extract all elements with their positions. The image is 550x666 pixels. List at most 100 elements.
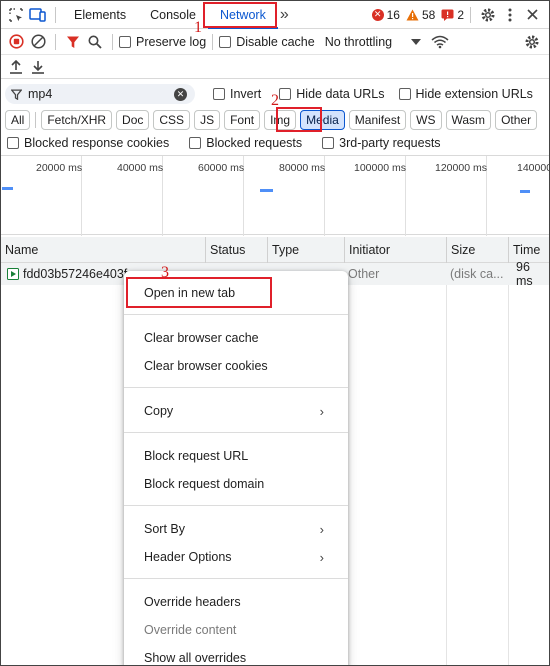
divider	[212, 33, 214, 50]
more-tabs-icon[interactable]: »	[280, 6, 289, 24]
issues-icon	[441, 9, 454, 21]
type-filter-ws[interactable]: WS	[410, 110, 442, 130]
timeline-request-bar	[2, 187, 13, 190]
timeline-tick-label: 80000 ms	[279, 162, 326, 174]
hide-data-urls-checkbox[interactable]: Hide data URLs	[279, 87, 385, 101]
divider	[35, 112, 37, 128]
clear-filter-icon[interactable]: ✕	[174, 87, 187, 101]
timeline-tick-label: 100000 ms	[354, 162, 406, 174]
divider	[55, 33, 56, 50]
type-filter-manifest[interactable]: Manifest	[348, 110, 407, 130]
blocked-filters-row: Blocked response cookies Blocked request…	[1, 133, 549, 153]
error-count: 16	[386, 7, 400, 22]
timeline-request-bar	[260, 189, 273, 192]
chevron-right-icon: ›	[319, 521, 324, 537]
export-har-icon[interactable]	[27, 56, 49, 78]
type-filter-fetch-xhr[interactable]: Fetch/XHR	[41, 110, 113, 130]
menu-separator	[124, 432, 348, 433]
menu-item-label: Copy	[144, 404, 174, 418]
menu-item-sort-by[interactable]: Sort By ›	[124, 515, 348, 543]
close-icon[interactable]	[521, 4, 543, 26]
type-filter-font[interactable]: Font	[224, 110, 261, 130]
column-header-type[interactable]: Type	[267, 237, 344, 263]
column-header-status[interactable]: Status	[205, 237, 267, 263]
menu-item-clear-browser-cache[interactable]: Clear browser cache	[124, 324, 348, 352]
column-header-name[interactable]: Name	[1, 237, 205, 263]
blocked-requests-label: Blocked requests	[206, 136, 303, 150]
blocked-response-cookies-checkbox[interactable]: Blocked response cookies	[7, 136, 169, 150]
column-divider	[446, 237, 447, 665]
throttling-value: No throttling	[324, 34, 393, 49]
filter-input[interactable]	[28, 87, 168, 101]
third-party-requests-checkbox[interactable]: 3rd-party requests	[322, 136, 441, 150]
timeline-tick-label: 140000	[517, 162, 550, 174]
menu-item-copy[interactable]: Copy ›	[124, 397, 348, 425]
checkbox-box[interactable]	[322, 137, 335, 149]
invert-checkbox[interactable]: Invert	[213, 87, 261, 101]
menu-separator	[124, 505, 348, 506]
timeline-tick-label: 40000 ms	[117, 162, 164, 174]
import-har-icon[interactable]	[5, 56, 27, 78]
checkbox-box[interactable]	[279, 88, 292, 100]
type-filter-wasm[interactable]: Wasm	[445, 110, 492, 130]
search-icon[interactable]	[84, 31, 106, 53]
filter-box[interactable]: ✕	[5, 84, 195, 104]
highlight-network-tab	[203, 2, 277, 28]
menu-item-header-options[interactable]: Header Options ›	[124, 543, 348, 571]
menu-item-override-headers[interactable]: Override headers	[124, 588, 348, 616]
menu-item-block-request-domain[interactable]: Block request domain	[124, 470, 348, 498]
highlight-open-in-new-tab	[126, 277, 272, 308]
issues-counter[interactable]: 2	[441, 8, 464, 22]
menu-item-label: Sort By	[144, 522, 185, 536]
more-options-icon[interactable]	[499, 4, 521, 26]
timeline-overview[interactable]: 20000 ms 40000 ms 60000 ms 80000 ms 1000…	[1, 155, 550, 236]
checkbox-box[interactable]	[7, 137, 19, 149]
checkbox-box[interactable]	[398, 88, 411, 100]
column-header-initiator[interactable]: Initiator	[344, 237, 446, 263]
throttling-select[interactable]: No throttling	[324, 34, 422, 49]
menu-item-block-request-url[interactable]: Block request URL	[124, 442, 348, 470]
menu-separator	[124, 578, 348, 579]
requests-table-header: Name Status Type Initiator Size Time	[1, 237, 549, 263]
record-stop-icon[interactable]	[5, 31, 27, 53]
error-icon: ✕	[371, 8, 384, 21]
blocked-requests-checkbox[interactable]: Blocked requests	[189, 136, 302, 150]
settings-gear-icon[interactable]	[477, 4, 499, 26]
type-filter-css[interactable]: CSS	[153, 110, 191, 130]
menu-separator	[124, 387, 348, 388]
hide-data-urls-label: Hide data URLs	[296, 87, 385, 101]
column-header-size[interactable]: Size	[446, 237, 508, 263]
network-conditions-icon[interactable]	[429, 31, 451, 53]
checkbox-box[interactable]	[119, 35, 131, 48]
filter-funnel-icon	[11, 89, 22, 100]
type-filter-other[interactable]: Other	[495, 110, 538, 130]
menu-item-show-all-overrides[interactable]: Show all overrides	[124, 644, 348, 665]
menu-item-label: Header Options	[144, 550, 232, 564]
type-filter-all[interactable]: All	[5, 110, 31, 130]
import-export-toolbar	[1, 55, 549, 79]
checkbox-box[interactable]	[189, 137, 202, 149]
menu-item-clear-browser-cookies[interactable]: Clear browser cookies	[124, 352, 348, 380]
type-filter-js[interactable]: JS	[194, 110, 221, 130]
disable-cache-checkbox[interactable]: Disable cache	[219, 35, 315, 49]
hide-extension-urls-checkbox[interactable]: Hide extension URLs	[398, 87, 533, 101]
blocked-response-cookies-label: Blocked response cookies	[24, 136, 170, 150]
issues-count: 2	[457, 7, 464, 22]
checkbox-box[interactable]	[213, 88, 225, 100]
timeline-tick-label: 60000 ms	[198, 162, 245, 174]
tab-elements[interactable]: Elements	[62, 1, 138, 29]
highlight-media-filter	[276, 107, 322, 132]
media-file-icon	[7, 268, 19, 280]
annotation-step-2: 2	[271, 92, 279, 109]
filter-icon[interactable]	[62, 31, 84, 53]
device-toolbar-icon[interactable]	[27, 4, 49, 26]
warning-counter[interactable]: 58	[406, 8, 435, 22]
clear-icon[interactable]	[27, 31, 49, 53]
request-initiator: Other	[348, 267, 380, 281]
menu-separator	[124, 314, 348, 315]
checkbox-box[interactable]	[219, 35, 232, 48]
error-counter[interactable]: ✕ 16	[371, 7, 400, 22]
network-settings-gear-icon[interactable]	[521, 31, 543, 53]
type-filter-doc[interactable]: Doc	[116, 110, 150, 130]
inspect-element-icon[interactable]	[5, 4, 27, 26]
